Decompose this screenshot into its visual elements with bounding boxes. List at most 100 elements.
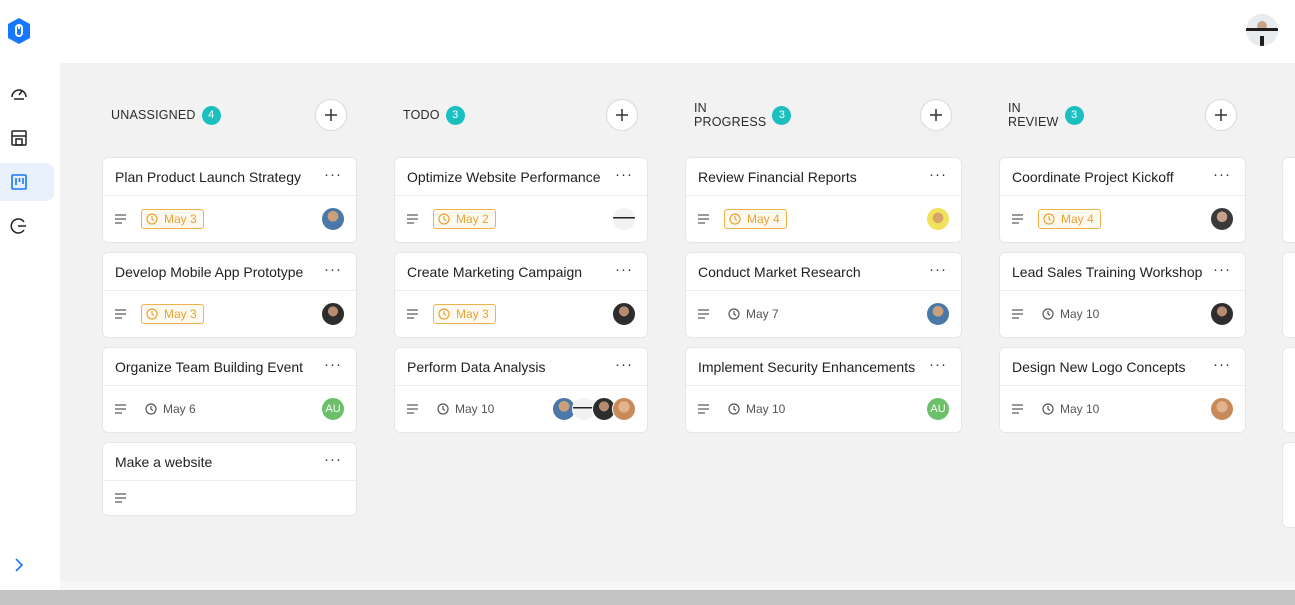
more-options-icon[interactable]: ··· bbox=[929, 167, 947, 182]
more-options-icon[interactable]: ··· bbox=[1213, 262, 1231, 277]
due-date-text: May 6 bbox=[163, 402, 196, 416]
card-title[interactable]: Optimize Website Performance bbox=[407, 169, 600, 185]
assignee-avatars bbox=[612, 207, 636, 231]
description-icon bbox=[1012, 404, 1023, 414]
column-count-badge: 3 bbox=[1064, 105, 1084, 125]
add-card-button[interactable] bbox=[315, 99, 347, 131]
logout-icon bbox=[10, 218, 26, 234]
card-title[interactable]: Design New Logo Concepts bbox=[1012, 359, 1186, 375]
assignee-avatar[interactable] bbox=[1210, 397, 1234, 421]
task-card[interactable]: Implement Security Enhancements ··· May 10… bbox=[685, 347, 962, 433]
add-card-button[interactable] bbox=[606, 99, 638, 131]
task-card[interactable]: Create Marketing Campaign ··· May 3 bbox=[394, 252, 648, 338]
card-title[interactable]: Make a website bbox=[115, 454, 212, 470]
assignee-avatar[interactable]: AU bbox=[321, 397, 345, 421]
due-date-chip: May 10 bbox=[1038, 304, 1105, 324]
add-card-button[interactable] bbox=[920, 99, 952, 131]
card-title[interactable]: Lead Sales Training Workshop bbox=[1012, 264, 1202, 280]
more-options-icon[interactable]: ··· bbox=[324, 167, 342, 182]
due-date-chip: May 6 bbox=[141, 399, 202, 419]
sidebar-item-kanban[interactable] bbox=[0, 163, 54, 201]
card-title[interactable]: Create Marketing Campaign bbox=[407, 264, 582, 280]
clock-icon bbox=[1043, 213, 1055, 225]
more-options-icon[interactable]: ··· bbox=[324, 452, 342, 467]
task-card[interactable]: Develop Mobile App Prototype ··· May 3 bbox=[102, 252, 357, 338]
card-header: Develop Mobile App Prototype ··· bbox=[103, 253, 356, 291]
card-title[interactable]: Develop Mobile App Prototype bbox=[115, 264, 303, 280]
add-card-button[interactable] bbox=[1205, 99, 1237, 131]
assignee-avatars: AU bbox=[926, 397, 950, 421]
task-card[interactable]: Perform Data Analysis ··· May 10 bbox=[394, 347, 648, 433]
assignee-avatar[interactable] bbox=[926, 302, 950, 326]
more-options-icon[interactable]: ··· bbox=[929, 357, 947, 372]
due-date-chip: May 10 bbox=[433, 399, 500, 419]
more-options-icon[interactable]: ··· bbox=[1213, 167, 1231, 182]
clock-icon bbox=[438, 308, 450, 320]
card-header: Perform Data Analysis ··· bbox=[395, 348, 647, 386]
card-header: Organize Team Building Event ··· bbox=[103, 348, 356, 386]
assignee-avatars bbox=[612, 302, 636, 326]
chevron-right-icon[interactable] bbox=[10, 556, 28, 574]
clock-icon bbox=[1042, 403, 1054, 415]
clock-icon bbox=[1042, 308, 1054, 320]
assignee-avatar[interactable]: AU bbox=[926, 397, 950, 421]
card-title[interactable]: Organize Team Building Event bbox=[115, 359, 303, 375]
card-body: May 3 bbox=[395, 291, 647, 337]
task-card[interactable]: Conduct Market Research ··· May 7 bbox=[685, 252, 962, 338]
task-card[interactable]: Make a website ··· bbox=[102, 442, 357, 516]
more-options-icon[interactable]: ··· bbox=[1213, 357, 1231, 372]
assignee-avatar[interactable] bbox=[612, 207, 636, 231]
card-title[interactable]: Conduct Market Research bbox=[698, 264, 861, 280]
card-header: Create Marketing Campaign ··· bbox=[395, 253, 647, 291]
due-date-text: May 3 bbox=[164, 307, 197, 321]
sidebar-item-dashboard[interactable] bbox=[0, 75, 54, 113]
horizontal-scrollbar[interactable] bbox=[0, 590, 1295, 605]
due-date-chip: May 10 bbox=[724, 399, 791, 419]
card-title[interactable]: Review Financial Reports bbox=[698, 169, 857, 185]
more-options-icon[interactable]: ··· bbox=[929, 262, 947, 277]
due-date-chip: May 4 bbox=[724, 209, 787, 229]
assignee-avatars: AU bbox=[321, 397, 345, 421]
card-header: Coordinate Project Kickoff ··· bbox=[1000, 158, 1245, 196]
task-card[interactable]: Lead Sales Training Workshop ··· May 10 bbox=[999, 252, 1246, 338]
more-options-icon[interactable]: ··· bbox=[615, 167, 633, 182]
user-avatar[interactable] bbox=[1246, 14, 1278, 46]
assignee-avatar[interactable] bbox=[612, 302, 636, 326]
more-options-icon[interactable]: ··· bbox=[615, 357, 633, 372]
sidebar-item-logout[interactable] bbox=[0, 207, 54, 245]
card-title[interactable]: Implement Security Enhancements bbox=[698, 359, 915, 375]
task-card[interactable]: Coordinate Project Kickoff ··· May 4 bbox=[999, 157, 1246, 243]
more-options-icon[interactable]: ··· bbox=[324, 357, 342, 372]
due-date-chip: May 3 bbox=[141, 304, 204, 324]
card-body: May 4 bbox=[1000, 196, 1245, 242]
sidebar-item-store[interactable] bbox=[0, 119, 54, 157]
due-date-text: May 7 bbox=[746, 307, 779, 321]
task-card[interactable]: Design New Logo Concepts ··· May 10 bbox=[999, 347, 1246, 433]
assignee-avatar[interactable] bbox=[1210, 207, 1234, 231]
task-card[interactable]: Review Financial Reports ··· May 4 bbox=[685, 157, 962, 243]
description-icon bbox=[407, 404, 418, 414]
assignee-avatar[interactable] bbox=[1210, 302, 1234, 326]
task-card[interactable]: Plan Product Launch Strategy ··· May 3 bbox=[102, 157, 357, 243]
task-card[interactable]: Optimize Website Performance ··· May 2 bbox=[394, 157, 648, 243]
task-card[interactable]: Organize Team Building Event ··· May 6 AU bbox=[102, 347, 357, 433]
card-header: Implement Security Enhancements ··· bbox=[686, 348, 961, 386]
assignee-avatar[interactable] bbox=[926, 207, 950, 231]
assignee-avatar[interactable] bbox=[612, 397, 636, 421]
app-logo-icon[interactable] bbox=[6, 17, 32, 45]
board-scroll-track bbox=[60, 582, 1295, 590]
more-options-icon[interactable]: ··· bbox=[615, 262, 633, 277]
card-title[interactable]: Coordinate Project Kickoff bbox=[1012, 169, 1174, 185]
clock-icon bbox=[437, 403, 449, 415]
description-icon bbox=[115, 404, 126, 414]
plus-icon bbox=[930, 109, 942, 121]
description-icon bbox=[698, 404, 709, 414]
card-title[interactable]: Plan Product Launch Strategy bbox=[115, 169, 301, 185]
more-options-icon[interactable]: ··· bbox=[324, 262, 342, 277]
card-title[interactable]: Perform Data Analysis bbox=[407, 359, 546, 375]
assignee-avatar[interactable] bbox=[321, 302, 345, 326]
column-count-badge: 3 bbox=[445, 105, 465, 125]
column-title: UNASSIGNED bbox=[111, 108, 196, 122]
due-date-chip: May 3 bbox=[141, 209, 204, 229]
assignee-avatar[interactable] bbox=[321, 207, 345, 231]
